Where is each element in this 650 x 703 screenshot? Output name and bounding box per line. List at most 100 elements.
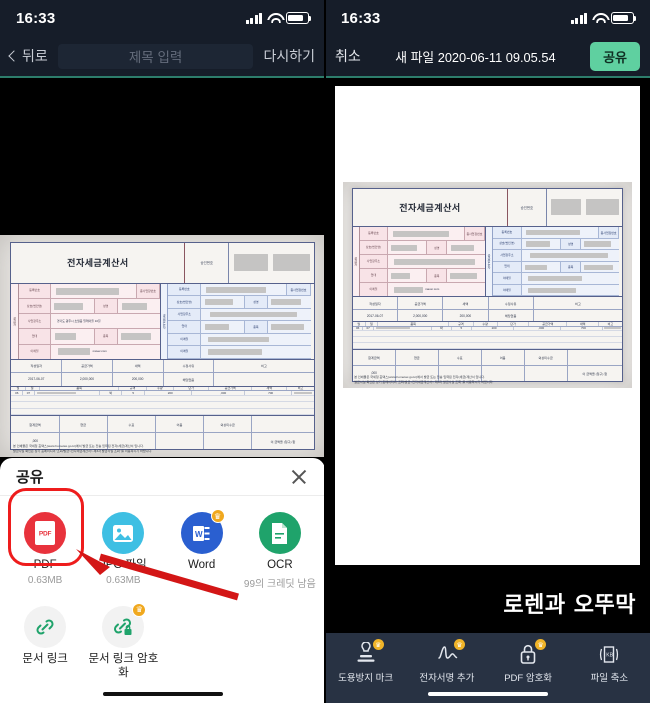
row-value [201, 296, 244, 307]
total-header-spacer [568, 350, 623, 365]
cellular-bars-icon [245, 12, 262, 24]
row-label: 사업장주소 [18, 314, 52, 329]
share-option-label: OCR [267, 559, 293, 571]
share-option-jpg[interactable]: JPG 파일 0.63MB [84, 506, 162, 600]
row-value [268, 296, 311, 307]
back-button[interactable]: 뒤로 [8, 46, 48, 66]
close-icon[interactable] [289, 467, 309, 487]
row-label2: 종목 [559, 261, 582, 273]
nav-bar-left: 뒤로 제목 입력 다시하기 [0, 36, 325, 76]
title-input[interactable]: 제목 입력 [57, 43, 254, 69]
item-cell [374, 326, 432, 330]
back-label: 뒤로 [22, 48, 48, 64]
total-header: 합계금액 [11, 416, 60, 433]
buyer-row: 상호(법인명) 성명 [168, 296, 311, 309]
item-cell: 5 [452, 326, 472, 330]
summary-value: 2017-06-07 [353, 309, 399, 322]
item-header: 세액 [252, 386, 288, 390]
summary-headers: 작성일자 공급가액 세액 수정사유 비고 [11, 359, 314, 374]
toolbar-item-signature[interactable]: ♛ 전자서명 추가 [406, 639, 487, 684]
summary-header: 비고 [261, 364, 267, 369]
row-value [51, 284, 136, 298]
buyer-row: 사업장주소 [492, 250, 620, 262]
left-phone-screen: 16:33 뒤로 제목 입력 다시하기 전자세금계산서 승인번호 공급자 등록번… [0, 0, 325, 703]
redo-button[interactable]: 다시하기 [263, 46, 315, 66]
share-sheet-title: 공유 [16, 469, 44, 486]
row-label: 이메일 [168, 346, 202, 358]
signature-icon-wrap: ♛ [434, 639, 465, 666]
supplier-row: 이메일 maver.com [359, 283, 486, 297]
buyer-block: 공급받는자 등록번호 종사업장번호 상호(법인명) 성명 사업장주소 업태 종목… [160, 283, 311, 359]
row-label: 상호(법인명) [359, 241, 389, 255]
row-label2: 종사업장번호 [463, 227, 486, 241]
footer-line-2: 발급사실 확인은 상기 홈페이지의 '조회/발급>전자세금계산서> 제3자 발급… [13, 449, 153, 454]
watermark-band: 로렌과 오뚜막 [325, 573, 650, 633]
approval-label: 승인번호 [185, 242, 230, 283]
approval-label: 승인번호 [508, 188, 547, 227]
stamp-icon-wrap: ♛ [353, 639, 384, 666]
supplier-row: 업태 종목 [359, 269, 486, 284]
row-value [118, 329, 160, 343]
toolbar-item-watermark[interactable]: ♛ 도용방지 마크 [325, 639, 406, 684]
pdf-preview-area[interactable]: 전자세금계산서 승인번호 공급자 등록번호 종사업장번호 상호(법인명) 성명 … [325, 78, 650, 573]
buyer-row: 이메일 [168, 333, 311, 347]
share-option-label: JPG 파일 [100, 559, 147, 571]
line-items-section: 월 일 품목 규격 수량 단가 공급가액 세액 비고 06 07 박 5 200… [11, 386, 314, 417]
supplier-row: 상호(법인명) 성명 [18, 299, 160, 315]
item-cell: 박 [432, 326, 452, 330]
title-placeholder: 제목 입력 [128, 50, 183, 65]
item-header: 공급가액 [529, 322, 568, 326]
toolbar-item-encrypt[interactable]: ♛ PDF 암호화 [488, 639, 569, 684]
premium-crown-icon: ♛ [372, 639, 384, 650]
link-lock-icon-wrap: ♛ [102, 602, 147, 648]
row-label2: 종목 [426, 269, 448, 283]
share-option-ocr[interactable]: OCR 99의 크레딧 남음 [241, 506, 319, 600]
item-cell: 700 [561, 326, 604, 330]
compress-kb-icon: KB [600, 646, 619, 663]
toolbar-item-label: PDF 암호화 [504, 673, 553, 684]
total-header-spacer [252, 416, 313, 432]
share-option-doc-link-encrypted[interactable]: ♛ 문서 링크 암호화 [84, 600, 162, 693]
cancel-button[interactable]: 취소 [335, 46, 361, 66]
row-value [268, 321, 311, 332]
total-header: 현금 [60, 416, 108, 433]
share-options-grid: PDF PDF 0.63MB JPG 파일 0.63MB W ♛ Word OC… [0, 496, 325, 692]
item-header: 품목 [40, 386, 120, 390]
svg-text:KB: KB [607, 653, 614, 659]
item-cell [292, 391, 313, 395]
approval-cell: 승인번호 [185, 242, 313, 283]
item-row-empty [11, 409, 314, 416]
row-value [388, 269, 426, 282]
summary-value: 200,000 [113, 373, 164, 386]
row-label: 상호(법인명) [492, 238, 522, 250]
row-label: 상호(법인명) [18, 299, 52, 314]
chain-link-glyph [36, 619, 54, 635]
row-label2: 성명 [426, 241, 448, 255]
row-value [522, 250, 619, 261]
summary-value: 2,000,000 [62, 373, 113, 386]
row-value [522, 285, 619, 296]
ocr-document-icon [258, 512, 301, 554]
pdf-text-glyph: PDF [38, 530, 52, 538]
toolbar-item-label: 도용방지 마크 [338, 673, 394, 684]
share-option-pdf[interactable]: PDF PDF 0.63MB [6, 506, 84, 600]
summary-header: 세액 [443, 297, 489, 309]
item-cell: 07 [23, 391, 35, 395]
total-header: 합계금액 [353, 349, 396, 365]
scanned-document-left[interactable]: 전자세금계산서 승인번호 공급자 등록번호 종사업장번호 상호(법인명) 성명 … [0, 235, 325, 457]
summary-value [534, 310, 622, 321]
supplier-row: 등록번호 종사업장번호 [18, 283, 160, 300]
item-header: 월 [353, 322, 366, 326]
row-label: 등록번호 [492, 227, 522, 238]
wifi-icon [592, 13, 606, 24]
share-button[interactable]: 공유 [590, 41, 640, 71]
watermark-text: 로렌과 오뚜막 [503, 593, 636, 618]
share-option-word[interactable]: W ♛ Word [163, 506, 241, 600]
invoice-footer: 본 인쇄물은 국세청 홈택스(www.hometax.go.kr)에서 발급 또… [354, 375, 621, 384]
buyer-row: 등록번호 종사업장번호 [168, 283, 311, 297]
toolbar-item-compress[interactable]: KB 파일 축소 [569, 642, 650, 684]
toolbar-item-label: 파일 축소 [590, 673, 629, 684]
row-value [51, 299, 93, 313]
buyer-row: 업태 종목 [168, 321, 311, 334]
share-option-doc-link[interactable]: 문서 링크 [6, 600, 84, 693]
